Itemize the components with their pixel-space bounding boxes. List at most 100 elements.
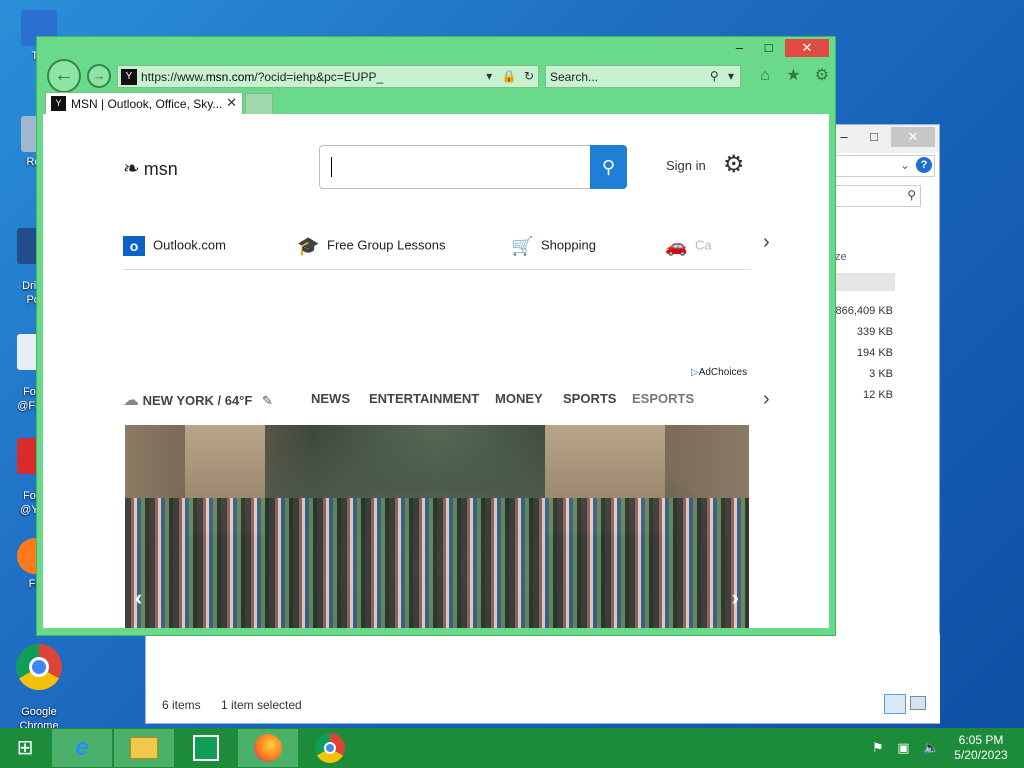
status-selected-count: 1 item selected (221, 698, 302, 712)
back-arrow-icon: ← (54, 64, 74, 86)
new-tab-button[interactable] (245, 93, 273, 114)
taskbar-firefox[interactable] (238, 729, 298, 767)
ie-minimize-button[interactable]: – (726, 39, 752, 57)
file-size: 12 KB (863, 389, 893, 401)
quick-link-cars[interactable]: 🚗 Ca (665, 236, 712, 256)
internet-explorer-window[interactable]: – □ ✕ ← → Y https://www.msn.com/?ocid=ie… (36, 36, 836, 636)
windows-logo-icon: ⊞ (16, 737, 34, 759)
taskbar-file-explorer[interactable] (114, 729, 174, 767)
quick-link-label: Outlook.com (153, 237, 226, 253)
edit-pencil-icon[interactable]: ✎ (262, 393, 273, 408)
carousel-next-icon[interactable]: › (732, 585, 739, 611)
taskbar-internet-explorer[interactable]: e (52, 729, 112, 767)
column-header-size[interactable]: ze (835, 251, 847, 263)
store-icon (193, 735, 219, 761)
explorer-maximize-button[interactable]: □ (859, 127, 889, 147)
explorer-address-bar[interactable]: ⌄ ? (835, 155, 935, 177)
status-item-count: 6 items (162, 698, 201, 712)
ie-search-bar[interactable]: ⚲ ▾ (545, 65, 741, 88)
car-icon: 🚗 (665, 236, 688, 256)
flag-icon[interactable]: ⚑ (872, 740, 884, 755)
explorer-close-button[interactable]: ✕ (891, 127, 935, 147)
cloud-icon: ☁ (123, 392, 139, 409)
volume-icon[interactable]: 🔈 (923, 740, 939, 755)
hero-image-carousel[interactable]: ‹ › (125, 425, 749, 628)
network-icon[interactable]: ▣ (897, 740, 909, 755)
nav-next-chevron-icon[interactable]: › (763, 388, 770, 411)
url-prefix: https://www. (141, 70, 206, 84)
nav-entertainment[interactable]: ENTERTAINMENT (369, 391, 479, 406)
back-button[interactable]: ← (47, 59, 81, 93)
refresh-icon[interactable]: ↻ (524, 69, 534, 83)
help-icon[interactable]: ? (916, 157, 932, 173)
settings-gear-icon[interactable]: ⚙ (810, 65, 834, 85)
nav-money[interactable]: MONEY (495, 391, 543, 406)
settings-gear-icon[interactable]: ⚙ (723, 150, 745, 179)
nav-news[interactable]: NEWS (311, 391, 350, 406)
chevron-down-icon[interactable]: ⌄ (900, 158, 910, 172)
msn-search-input[interactable] (319, 145, 591, 189)
explorer-search-box[interactable]: ⚲ (835, 185, 921, 207)
url-domain: msn.com (205, 70, 255, 84)
quick-link-label: Shopping (541, 237, 596, 253)
dropdown-arrow-icon[interactable]: ▾ (728, 69, 734, 83)
file-size: 339 KB (856, 326, 893, 338)
quick-links-bar: o Outlook.com 🎓 Free Group Lessons 🛒 Shoppi… (123, 232, 751, 270)
msn-logo[interactable]: ❧ msn (123, 156, 178, 181)
tab-title: MSN | Outlook, Office, Sky... (71, 97, 223, 111)
text-cursor (331, 157, 332, 177)
close-tab-icon[interactable]: ✕ (226, 95, 237, 111)
file-size-column: 866,409 KB 339 KB 194 KB 3 KB 12 KB (836, 301, 894, 406)
quick-link-free-group-lessons[interactable]: 🎓 Free Group Lessons (297, 236, 446, 256)
lock-icon[interactable]: 🔒 (502, 69, 517, 83)
clock-date: 5/20/2023 (954, 748, 1008, 762)
page-content: ❧ msn ⚲ Sign in ⚙ o Outlook.com 🎓 Free Grou… (43, 114, 829, 628)
quick-links-next-chevron-icon[interactable]: › (763, 231, 770, 254)
weather-text: NEW YORK / 64°F (142, 393, 253, 408)
shopping-cart-icon: 🛒 (511, 236, 534, 256)
file-size: 3 KB (869, 368, 893, 380)
details-view-icon[interactable] (884, 694, 906, 714)
browser-tab-msn[interactable]: Y MSN | Outlook, Office, Sky... ✕ (45, 92, 243, 114)
ie-maximize-button[interactable]: □ (756, 39, 782, 57)
large-icons-view-icon[interactable] (910, 696, 926, 710)
file-size: 194 KB (856, 347, 893, 359)
hero-image-crowd (125, 498, 749, 628)
address-controls: ▾ 🔒 ↻ (486, 69, 534, 83)
ie-close-button[interactable]: ✕ (785, 39, 829, 57)
quick-link-outlook[interactable]: o Outlook.com (123, 236, 226, 256)
carousel-prev-icon[interactable]: ‹ (135, 585, 142, 611)
folder-icon (130, 737, 158, 759)
quick-link-shopping[interactable]: 🛒 Shopping (511, 236, 596, 256)
search-controls: ⚲ ▾ (710, 69, 734, 83)
msn-favicon-icon: Y (121, 69, 137, 85)
start-button[interactable]: ⊞ (0, 729, 50, 767)
msn-search-button[interactable]: ⚲ (590, 145, 627, 189)
quick-link-label: Free Group Lessons (327, 237, 446, 253)
weather-widget[interactable]: ☁ NEW YORK / 64°F ✎ (123, 390, 273, 410)
explorer-selected-row[interactable] (835, 273, 895, 291)
home-icon[interactable]: ⌂ (753, 67, 777, 85)
nav-sports[interactable]: SPORTS (563, 391, 616, 406)
address-bar[interactable]: Y https://www.msn.com/?ocid=iehp&pc=EUPP… (117, 65, 539, 88)
explorer-titlebar[interactable]: – □ ✕ (835, 125, 939, 153)
ie-search-input[interactable] (550, 68, 700, 85)
taskbar-chrome[interactable] (300, 729, 360, 767)
ad-choices-icon: ▷ (691, 367, 699, 378)
taskbar-store[interactable] (176, 729, 236, 767)
dropdown-arrow-icon[interactable]: ▾ (486, 69, 492, 83)
favorites-star-icon[interactable]: ★ (781, 65, 805, 85)
clock-time: 6:05 PM (958, 733, 1004, 747)
ad-choices-link[interactable]: ▷AdChoices (691, 367, 747, 378)
address-url[interactable]: https://www.msn.com/?ocid=iehp&pc=EUPP_ (141, 70, 383, 84)
nav-esports[interactable]: ESPORTS (632, 391, 694, 406)
msn-butterfly-icon: ❧ (123, 158, 140, 180)
search-icon[interactable]: ⚲ (710, 69, 719, 83)
ad-choices-label: AdChoices (698, 367, 748, 378)
ie-toolbar-icons: ⌂ ★ ⚙ (753, 65, 834, 85)
system-clock[interactable]: 6:05 PM 5/20/2023 (948, 733, 1014, 763)
sign-in-link[interactable]: Sign in (666, 158, 706, 173)
search-icon: ⚲ (907, 188, 916, 202)
file-size: 866,409 KB (835, 305, 894, 317)
forward-button[interactable]: → (87, 64, 111, 88)
